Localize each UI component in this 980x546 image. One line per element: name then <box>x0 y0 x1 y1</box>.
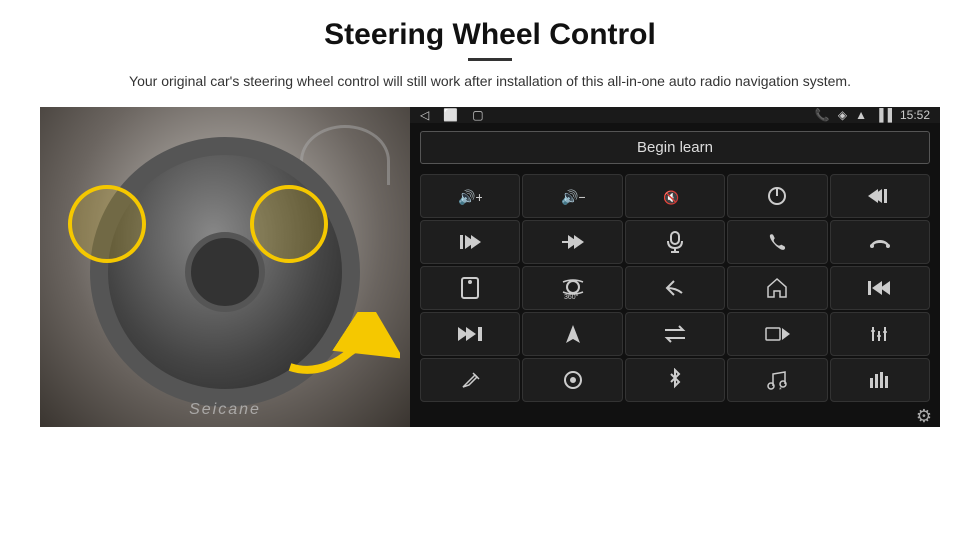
mic-icon <box>666 230 684 254</box>
phone-icon: 📞 <box>815 108 830 122</box>
wifi-icon: ▲ <box>855 108 867 122</box>
bluetooth-icon <box>667 368 683 392</box>
page: Steering Wheel Control Your original car… <box>0 0 980 546</box>
switch-button[interactable] <box>625 312 725 356</box>
svg-text:🔊+: 🔊+ <box>458 188 482 206</box>
svg-text:*: * <box>779 387 782 392</box>
camera-360-icon: 360° <box>559 276 587 300</box>
rewind-icon <box>868 279 892 297</box>
nav-button[interactable] <box>522 312 622 356</box>
vol-up-button[interactable]: 🔊+ <box>420 174 520 218</box>
music-button[interactable]: * <box>727 358 827 402</box>
signal-icon: ▐▐ <box>875 108 892 122</box>
subtitle: Your original car's steering wheel contr… <box>129 71 851 93</box>
rec-button[interactable] <box>727 312 827 356</box>
circle-button[interactable] <box>522 358 622 402</box>
power-icon <box>766 185 788 207</box>
skip-icon <box>456 325 484 343</box>
home-button[interactable] <box>727 266 827 310</box>
rec-icon <box>764 324 790 344</box>
prev-track-button[interactable] <box>830 174 930 218</box>
home-nav-icon[interactable]: ⬜ <box>443 108 458 122</box>
phone-call-button[interactable] <box>727 220 827 264</box>
location-icon: ◈ <box>838 108 847 122</box>
android-screen: ◁ ⬜ ▢ 📞 ◈ ▲ ▐▐ 15:52 Begin learn <box>410 107 940 427</box>
circle-icon <box>562 369 584 391</box>
wheel-center <box>185 232 265 312</box>
arrow-container <box>280 312 400 397</box>
steering-wheel-image: Seicane <box>40 107 410 427</box>
status-bar-right: 📞 ◈ ▲ ▐▐ 15:52 <box>815 108 930 122</box>
vol-down-button[interactable]: 🔊− <box>522 174 622 218</box>
mute-icon: 🔇 <box>663 186 687 206</box>
bluetooth-button[interactable] <box>625 358 725 402</box>
mic-button[interactable] <box>625 220 725 264</box>
music-icon: * <box>765 368 789 392</box>
settings-row: ⚙ <box>410 406 940 427</box>
eq-button[interactable] <box>830 312 930 356</box>
back-nav-icon[interactable]: ◁ <box>420 108 429 122</box>
app-icon <box>460 276 480 300</box>
vol-down-icon: 🔊− <box>561 186 585 206</box>
edit-button[interactable] <box>420 358 520 402</box>
status-bar: ◁ ⬜ ▢ 📞 ◈ ▲ ▐▐ 15:52 <box>410 107 940 123</box>
home-icon <box>766 277 788 299</box>
eq-icon <box>869 323 891 345</box>
time-display: 15:52 <box>900 108 930 122</box>
power-button[interactable] <box>727 174 827 218</box>
hang-up-icon <box>868 234 892 250</box>
next-icon <box>458 233 482 251</box>
nav-icon <box>562 323 584 345</box>
back-icon <box>664 279 686 297</box>
begin-learn-row: Begin learn <box>410 123 940 172</box>
arrow-icon <box>280 312 400 392</box>
hang-up-button[interactable] <box>830 220 930 264</box>
svg-text:🔇: 🔇 <box>663 190 679 205</box>
vol-up-icon: 🔊+ <box>458 186 482 206</box>
switch-icon <box>663 324 687 344</box>
prev-track-icon <box>868 187 892 205</box>
title-divider <box>468 58 512 61</box>
page-title: Steering Wheel Control <box>324 18 656 52</box>
back-button[interactable] <box>625 266 725 310</box>
watermark: Seicane <box>189 401 261 419</box>
rewind-button[interactable] <box>830 266 930 310</box>
spectrum-icon <box>868 370 892 390</box>
spectrum-button[interactable] <box>830 358 930 402</box>
recents-nav-icon[interactable]: ▢ <box>472 108 483 122</box>
highlight-circle-left <box>68 185 146 263</box>
svg-text:🔊−: 🔊− <box>561 188 585 206</box>
app-button[interactable] <box>420 266 520 310</box>
content-row: Seicane ◁ ⬜ ▢ 📞 ◈ ▲ ▐▐ 15:52 <box>40 107 940 427</box>
fast-fwd-button[interactable] <box>522 220 622 264</box>
camera-360-button[interactable]: 360° <box>522 266 622 310</box>
fast-fwd-icon <box>560 233 586 251</box>
settings-gear-button[interactable]: ⚙ <box>916 406 932 427</box>
edit-icon <box>459 369 481 391</box>
begin-learn-button[interactable]: Begin learn <box>420 131 930 164</box>
svg-text:360°: 360° <box>564 293 579 300</box>
control-grid: 🔊+ 🔊− 🔇 <box>410 172 940 406</box>
phone-call-icon <box>766 231 788 253</box>
steering-bg: Seicane <box>40 107 410 427</box>
highlight-circle-right <box>250 185 328 263</box>
mute-button[interactable]: 🔇 <box>625 174 725 218</box>
next-button[interactable] <box>420 220 520 264</box>
skip-button[interactable] <box>420 312 520 356</box>
status-bar-left: ◁ ⬜ ▢ <box>420 108 484 122</box>
